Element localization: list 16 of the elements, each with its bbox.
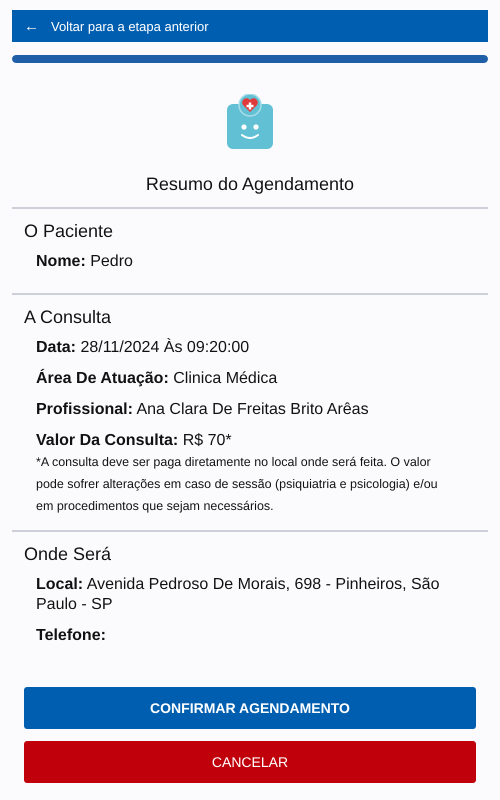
summary-field: Telefone:	[24, 626, 476, 646]
summary-field: Profissional: Ana Clara De Freitas Brito Arêas	[24, 400, 476, 420]
section-heading: Onde Será	[24, 544, 112, 565]
section-heading: O Paciente	[24, 221, 114, 242]
summary-field: Valor Da Consulta: R$ 70*	[24, 431, 476, 451]
section-heading: A Consulta	[24, 307, 112, 328]
cancel-button[interactable]: CANCELAR	[24, 740, 476, 783]
page-title: Resumo do Agendamento	[144, 174, 356, 195]
summary-field: Data: 28/11/2024 Às 09:20:00	[24, 338, 476, 358]
price-note: *A consulta deve ser paga diretamente no local onde será feita. O valor pode sofrer alterações em caso de sessão (psiquiatria e psicologia) e/ou em procedimentos que sejam necessários.	[35, 454, 439, 515]
back-button[interactable]: ← Voltar para a etapa anterior	[12, 10, 488, 42]
robot-doctor-icon	[226, 94, 274, 150]
summary-field: Nome: Pedro	[24, 252, 476, 272]
summary-field: Local: Avenida Pedroso De Morais, 698 - Pinheiros, São Paulo - SP	[24, 574, 476, 615]
confirm-button[interactable]: CONFIRMAR AGENDAMENTO	[24, 686, 476, 729]
summary-field: Área De Atuação: Clinica Médica	[24, 369, 476, 389]
